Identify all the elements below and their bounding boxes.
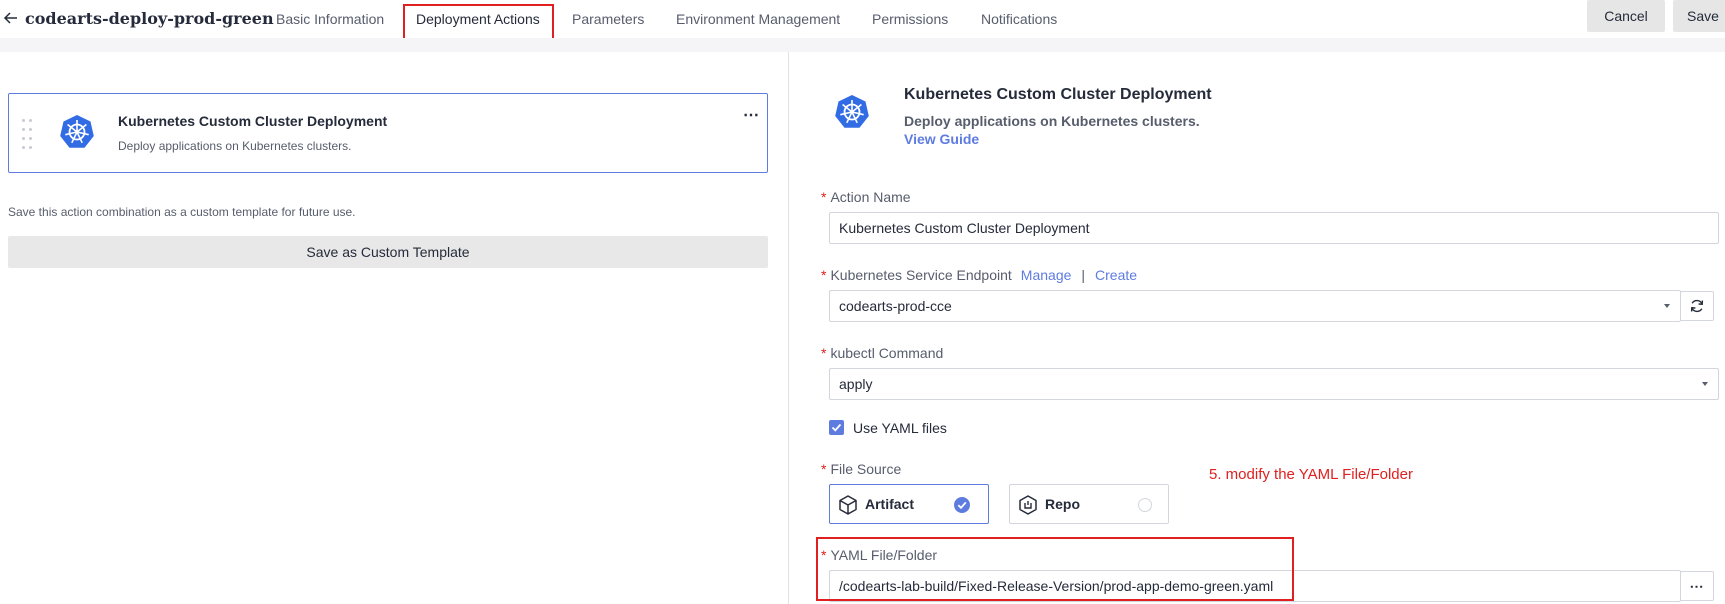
endpoint-select-value: codearts-prod-cce xyxy=(839,298,952,314)
action-name-input[interactable]: Kubernetes Custom Cluster Deployment xyxy=(829,212,1719,244)
action-card-kubernetes[interactable]: Kubernetes Custom Cluster Deployment Dep… xyxy=(8,93,768,173)
action-detail-title: Kubernetes Custom Cluster Deployment xyxy=(904,86,1212,103)
action-name-label: * Action Name xyxy=(821,189,911,205)
more-icon: ⋯ xyxy=(1689,577,1705,594)
tab-environment-management[interactable]: Environment Management xyxy=(676,11,840,27)
selected-check-icon xyxy=(954,497,970,513)
link-separator: | xyxy=(1081,267,1086,283)
refresh-icon xyxy=(1690,299,1704,313)
refresh-endpoint-button[interactable] xyxy=(1680,291,1714,321)
file-source-repo-option[interactable]: Repo xyxy=(1009,484,1169,524)
create-link[interactable]: Create xyxy=(1095,267,1137,283)
tab-notifications[interactable]: Notifications xyxy=(981,11,1057,27)
artifact-cube-icon xyxy=(839,495,857,515)
checkmark-icon xyxy=(831,423,842,432)
kubernetes-icon xyxy=(60,115,94,148)
manage-link[interactable]: Manage xyxy=(1021,267,1072,283)
view-guide-link[interactable]: View Guide xyxy=(904,131,979,147)
more-options-icon[interactable]: ⋯ xyxy=(743,105,760,125)
save-as-custom-template-button[interactable]: Save as Custom Template xyxy=(8,236,768,268)
endpoint-select[interactable]: codearts-prod-cce xyxy=(829,290,1681,322)
template-note: Save this action combination as a custom… xyxy=(8,205,356,219)
unselected-radio-icon xyxy=(1138,498,1152,512)
use-yaml-checkbox[interactable] xyxy=(829,420,844,435)
endpoint-label: * Kubernetes Service Endpoint Manage | Creat… xyxy=(821,267,1138,283)
header-divider-strip xyxy=(0,38,1725,52)
action-card-description: Deploy applications on Kubernetes cluste… xyxy=(118,139,352,153)
file-source-artifact-option[interactable]: Artifact xyxy=(829,484,989,524)
browse-yaml-button[interactable]: ⋯ xyxy=(1680,571,1714,601)
kubernetes-icon xyxy=(835,95,869,128)
tab-parameters[interactable]: Parameters xyxy=(572,11,644,27)
save-button[interactable]: Save xyxy=(1673,0,1725,32)
kubectl-command-select[interactable]: apply xyxy=(829,368,1719,400)
kubectl-command-value: apply xyxy=(839,376,873,392)
chevron-down-icon xyxy=(1702,382,1708,386)
instruction-annotation: 5. modify the YAML File/Folder xyxy=(1209,466,1413,483)
tab-permissions[interactable]: Permissions xyxy=(872,11,948,27)
drag-handle-icon[interactable] xyxy=(21,119,35,149)
kubectl-label: * kubectl Command xyxy=(821,345,944,361)
action-card-title: Kubernetes Custom Cluster Deployment xyxy=(118,113,388,129)
back-arrow-icon[interactable] xyxy=(3,10,19,26)
repo-option-label: Repo xyxy=(1045,496,1080,512)
top-bar: codearts-deploy-prod-green Basic Informa… xyxy=(0,0,1725,41)
artifact-option-label: Artifact xyxy=(865,496,915,512)
use-yaml-label: Use YAML files xyxy=(853,420,947,436)
page-title: codearts-deploy-prod-green xyxy=(25,9,274,28)
tab-basic-information[interactable]: Basic Information xyxy=(276,11,384,27)
highlight-box-deployment-actions xyxy=(403,4,554,41)
file-source-label: * File Source xyxy=(821,461,902,477)
repo-icon xyxy=(1019,495,1037,515)
highlight-box-yaml-path xyxy=(816,537,1294,601)
cancel-button[interactable]: Cancel xyxy=(1587,0,1665,32)
chevron-down-icon xyxy=(1664,304,1670,308)
action-detail-description: Deploy applications on Kubernetes cluste… xyxy=(904,113,1200,129)
